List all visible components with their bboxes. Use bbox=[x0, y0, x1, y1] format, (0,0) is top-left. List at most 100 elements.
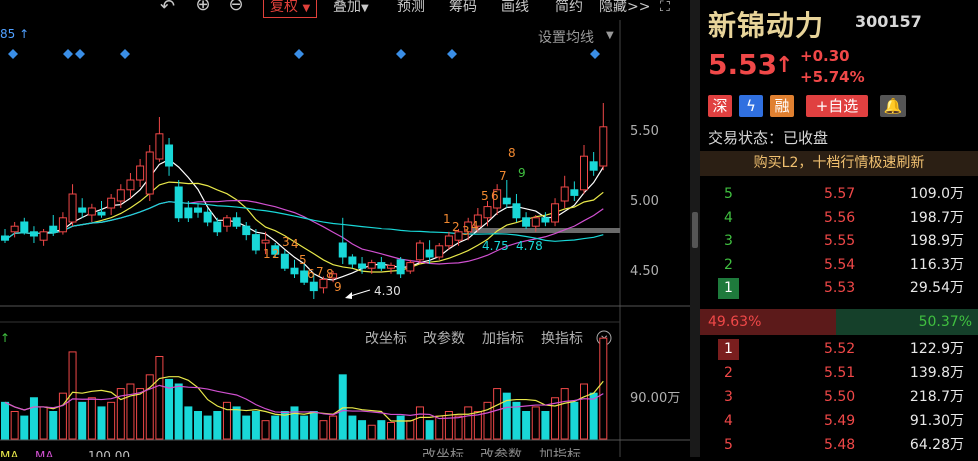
chips-button[interactable]: 筹码 bbox=[449, 0, 477, 17]
add-indicator-button[interactable]: 加指标 bbox=[482, 331, 524, 347]
simple-mode-button[interactable]: 简约 bbox=[555, 0, 583, 17]
stock-name: 新锦动力 bbox=[708, 9, 825, 42]
level-label: 2 bbox=[724, 365, 733, 381]
bell-icon[interactable]: 🔔 bbox=[880, 95, 906, 117]
candle-down bbox=[396, 259, 405, 275]
change-axis-button[interactable]: 改坐标 bbox=[365, 331, 407, 347]
bottom-value: 100.00 bbox=[88, 449, 130, 457]
volume-bar bbox=[251, 411, 260, 440]
td-up-label: 3 bbox=[462, 224, 470, 238]
volume-bar bbox=[348, 415, 357, 440]
candle-down bbox=[194, 207, 202, 213]
candle-down bbox=[522, 217, 531, 227]
change-params-button[interactable]: 改参数 bbox=[480, 447, 522, 461]
collapse-handle[interactable] bbox=[692, 212, 698, 248]
candle-down bbox=[1, 235, 9, 241]
bid-row[interactable]: 5 5.48 64.28万 bbox=[700, 434, 978, 457]
ma-label: 4.78 bbox=[516, 239, 543, 253]
arrow-icon bbox=[345, 292, 352, 299]
kline-chart[interactable]: 85 ↑ 设置均线 ▼ 123456789123456789 5.50 5.00… bbox=[0, 20, 690, 461]
undo-icon[interactable]: ↶ bbox=[160, 0, 175, 17]
volume-bar bbox=[425, 420, 434, 440]
candle-up bbox=[580, 155, 588, 191]
candle-down bbox=[213, 221, 222, 233]
overlay-dropdown[interactable]: 叠加▼ bbox=[333, 0, 369, 17]
volume-bar bbox=[570, 401, 579, 440]
bid-row[interactable]: 4 5.49 91.30万 bbox=[700, 410, 978, 433]
td-up-label: 9 bbox=[518, 166, 526, 180]
candle-up bbox=[107, 197, 116, 209]
td-up-label: 5 bbox=[481, 189, 489, 203]
change-axis-button[interactable]: 改坐标 bbox=[422, 448, 464, 461]
volume-bar bbox=[599, 337, 608, 440]
hide-button[interactable]: 隐藏>> bbox=[599, 0, 650, 17]
candle-up bbox=[560, 186, 569, 202]
bid-row[interactable]: 1 5.52 122.9万 bbox=[700, 338, 978, 361]
shenzhen-tag[interactable]: 深 bbox=[708, 95, 732, 117]
candle-down bbox=[425, 249, 434, 258]
volume-bar bbox=[136, 388, 145, 440]
kline-chart-svg[interactable]: 85 ↑ 设置均线 ▼ 1 23 456 7 8912 3 45 6789 5.50 5.00… bbox=[0, 20, 690, 461]
candle-up bbox=[222, 217, 231, 227]
stock-code: 300157 bbox=[855, 12, 922, 31]
lightning-icon[interactable]: ϟ bbox=[739, 95, 763, 117]
ask-row[interactable]: 1 5.53 29.54万 bbox=[700, 277, 978, 300]
ma-settings-button[interactable]: 设置均线 bbox=[538, 30, 594, 46]
bottom-legend-b: MA bbox=[35, 449, 54, 457]
forecast-button[interactable]: 预测 bbox=[397, 0, 425, 17]
td-down-label: 3 bbox=[282, 235, 290, 249]
volume-bars bbox=[1, 337, 608, 440]
zoom-in-icon[interactable]: ⊕ bbox=[195, 0, 211, 14]
volume-bar bbox=[464, 406, 473, 440]
volume-bar bbox=[1, 401, 9, 440]
volume-tick: 90.00万 bbox=[630, 391, 680, 406]
switch-indicator-button[interactable]: 换指标 bbox=[541, 330, 583, 347]
last-price: 5.53 bbox=[708, 48, 778, 81]
change-params-button[interactable]: 改参数 bbox=[423, 330, 465, 347]
zoom-out-icon[interactable]: ⊖ bbox=[228, 0, 244, 14]
l2-promo-banner[interactable]: 购买L2，十档行情极速刷新 bbox=[700, 151, 978, 176]
bid-row[interactable]: 2 5.51 139.8万 bbox=[700, 362, 978, 385]
td-down-label: 8 bbox=[326, 267, 334, 281]
add-indicator-button[interactable]: 加指标 bbox=[539, 448, 581, 461]
volume-bar bbox=[338, 374, 347, 440]
caret-down-icon[interactable]: ▼ bbox=[606, 30, 614, 41]
price-change-pct: +5.74% bbox=[800, 68, 865, 86]
draw-line-button[interactable]: 画线 bbox=[501, 0, 529, 17]
event-markers bbox=[8, 49, 600, 59]
restore-rights-dropdown[interactable]: 复权 ▼ bbox=[263, 0, 318, 18]
ask-row[interactable]: 3 5.55 198.9万 bbox=[700, 230, 978, 253]
event-diamond-icon bbox=[63, 49, 73, 59]
ask-row[interactable]: 4 5.56 198.7万 bbox=[700, 207, 978, 230]
event-diamond-icon bbox=[8, 49, 18, 59]
ask-row[interactable]: 2 5.54 116.3万 bbox=[700, 254, 978, 277]
td-down-label: 6 bbox=[307, 267, 315, 281]
margin-tag[interactable]: 融 bbox=[770, 95, 794, 117]
candle-down bbox=[165, 144, 174, 167]
ma-value-partial: 85 ↑ bbox=[0, 27, 29, 41]
candle-up bbox=[415, 242, 424, 261]
candle-up bbox=[551, 203, 560, 223]
fullscreen-icon[interactable]: ⛶ bbox=[660, 0, 670, 17]
add-watchlist-button[interactable]: +自选 bbox=[806, 95, 868, 117]
volume-bar bbox=[319, 420, 328, 440]
level-price: 5.53 bbox=[824, 280, 856, 296]
candle-up bbox=[531, 217, 540, 227]
level-volume: 139.8万 bbox=[909, 365, 964, 381]
ask-row[interactable]: 5 5.57 109.0万 bbox=[700, 183, 978, 206]
event-diamond-icon bbox=[294, 49, 304, 59]
level-price: 5.48 bbox=[824, 437, 856, 453]
volume-bar bbox=[222, 401, 231, 440]
volume-bar bbox=[10, 411, 19, 440]
level-price: 5.56 bbox=[824, 209, 856, 226]
volume-bar bbox=[87, 397, 96, 440]
event-diamond-icon bbox=[120, 49, 130, 59]
price-tick: 4.50 bbox=[630, 264, 659, 279]
candle-down bbox=[570, 189, 579, 196]
volume-bar bbox=[107, 401, 116, 440]
candles bbox=[1, 103, 608, 299]
trade-status: 交易状态：已收盘 bbox=[708, 129, 829, 147]
candle-up bbox=[39, 231, 48, 241]
bid-row[interactable]: 3 5.50 218.7万 bbox=[700, 386, 978, 409]
volume-bar bbox=[145, 374, 154, 440]
